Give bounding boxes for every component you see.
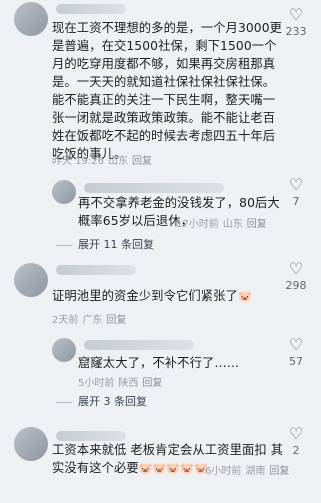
reply-button[interactable]: 回复	[142, 378, 162, 389]
username[interactable]	[56, 431, 126, 441]
like-count: 2	[292, 444, 300, 457]
like-button[interactable]: ♡ 2	[281, 424, 311, 458]
pig-emoji-icon: 🐷🐷🐷🐷🐷	[138, 462, 208, 475]
avatar[interactable]	[52, 338, 76, 362]
comment-text: 窟窿太大了，不补不行了……	[78, 356, 240, 370]
comment-text: 现在工资不理想的多的是，一个月3000更是普遍，在交1500社保，剩下1500一…	[52, 21, 283, 161]
like-count: 298	[285, 279, 307, 292]
like-count: 233	[285, 25, 307, 38]
avatar[interactable]	[52, 180, 76, 204]
comment-1: 现在工资不理想的多的是，一个月3000更是普遍，在交1500社保，剩下1500一…	[0, 0, 321, 170]
avatar[interactable]	[14, 2, 48, 36]
comment-4: 窟窿太大了，不补不行了…… 5小时前 陕西 回复 ♡ 57 展开 3 条回复	[0, 325, 321, 415]
timestamp: 17小时前	[176, 219, 219, 230]
location: 陕西	[118, 378, 139, 389]
expand-replies-button[interactable]: 展开 11 条回复	[56, 236, 154, 252]
comment-meta: 2天前 广东 回复	[52, 311, 130, 326]
reply-button[interactable]: 回复	[269, 466, 289, 477]
comment-meta: 昨天 19:26 山东 回复	[52, 152, 156, 167]
comment-meta: 5小时前 陕西 回复	[78, 374, 166, 389]
timestamp: 6小时前	[205, 466, 242, 477]
heart-outline-icon: ♡	[288, 259, 304, 278]
timestamp: 昨天 19:26	[52, 156, 104, 167]
like-button[interactable]: ♡ 57	[281, 335, 311, 369]
heart-outline-icon: ♡	[288, 335, 304, 354]
username[interactable]	[56, 4, 126, 14]
location: 山东	[222, 219, 243, 230]
location: 山东	[108, 156, 128, 167]
comment-text-body: 证明池里的资金少到令它们紧张了	[52, 289, 238, 303]
username[interactable]	[84, 340, 194, 350]
expand-replies-button[interactable]: 展开 3 条回复	[56, 393, 147, 409]
username[interactable]	[56, 265, 136, 275]
heart-outline-icon: ♡	[288, 5, 304, 24]
location: 湖南	[245, 466, 266, 477]
heart-outline-icon: ♡	[288, 175, 304, 194]
avatar[interactable]	[14, 263, 48, 297]
comment-meta: 17小时前 山东 回复	[176, 215, 271, 230]
like-button[interactable]: ♡ 233	[281, 5, 311, 39]
comment-5: 工资本来就低 老板肯定会从工资里面扣 其实没有这个必要🐷🐷🐷🐷🐷 6小时前 湖南回…	[0, 415, 321, 503]
heart-outline-icon: ♡	[288, 424, 304, 443]
timestamp: 5小时前	[78, 378, 115, 389]
pig-emoji-icon: 🐷	[237, 290, 252, 303]
like-count: 7	[292, 195, 300, 208]
comment-2: 再不交拿养老金的没钱发了，80后大概率65岁以后退休， 17小时前 山东 回复 ♡ …	[0, 170, 321, 255]
reply-button[interactable]: 回复	[132, 156, 152, 167]
reply-button[interactable]: 回复	[247, 219, 267, 230]
comment-meta: 6小时前 湖南 回复	[205, 462, 293, 477]
like-button[interactable]: ♡ 298	[281, 259, 311, 293]
avatar[interactable]	[14, 427, 48, 461]
like-count: 57	[289, 355, 303, 368]
username[interactable]	[84, 183, 224, 193]
comment-3: 证明池里的资金少到令它们紧张了🐷 2天前 广东 回复 ♡ 298	[0, 255, 321, 326]
comment-text: 证明池里的资金少到令它们紧张了🐷	[52, 287, 284, 306]
like-button[interactable]: ♡ 7	[281, 175, 311, 209]
